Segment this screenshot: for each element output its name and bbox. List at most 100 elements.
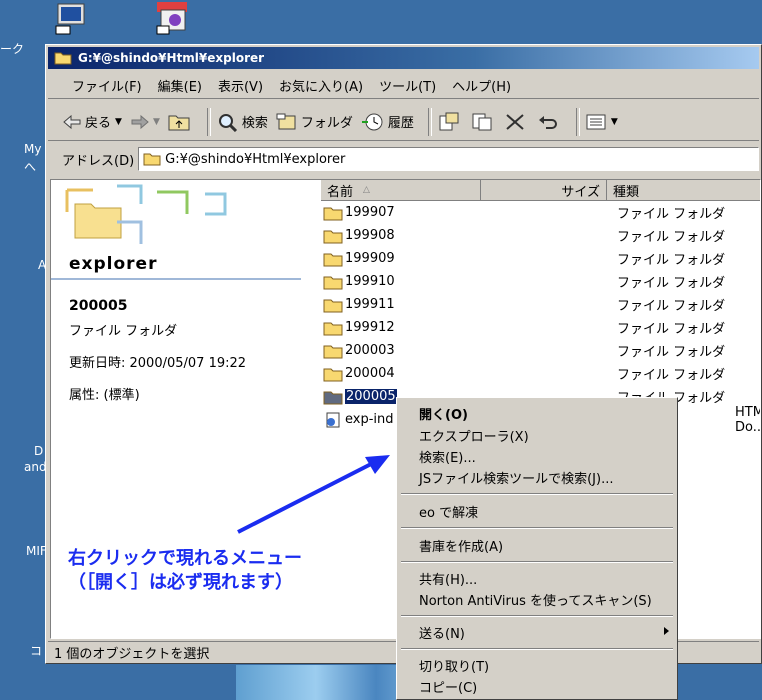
title-bar[interactable]: G:¥@shindo¥Html¥explorer xyxy=(48,47,759,69)
folder-icon xyxy=(323,322,343,335)
column-type-label: 種類 xyxy=(613,184,640,200)
pane-divider xyxy=(51,278,301,280)
selected-item-type: ファイル フォルダ xyxy=(69,324,178,339)
desktop-program-icon[interactable] xyxy=(155,0,189,35)
history-icon xyxy=(361,113,383,130)
menu-item-copy[interactable]: コピー(C) xyxy=(419,677,477,696)
menu-tools[interactable]: ツール(T) xyxy=(371,76,444,95)
menu-help[interactable]: ヘルプ(H) xyxy=(444,76,519,95)
back-button[interactable]: 戻る ▼ xyxy=(62,112,122,131)
list-item-type: ファイル フォルダ xyxy=(617,368,726,383)
toolbar-separator xyxy=(427,107,432,136)
menu-item-cut[interactable]: 切り取り(T) xyxy=(419,656,489,675)
move-to-icon xyxy=(439,112,459,130)
column-name[interactable]: 名前 △ xyxy=(321,180,481,200)
list-item-name: 199907 xyxy=(321,205,613,221)
column-type[interactable]: 種類 xyxy=(607,180,760,200)
move-to-button[interactable] xyxy=(438,112,463,132)
desktop-label: ーク xyxy=(0,42,25,56)
menu-view[interactable]: 表示(V) xyxy=(210,76,271,95)
list-item-label: 200004 xyxy=(345,366,395,381)
context-menu: 開く(O) エクスプローラ(X) 検索(E)... JSファイル検索ツールで検索… xyxy=(396,397,678,700)
list-header: 名前 △ サイズ 種類 xyxy=(321,180,760,201)
column-size[interactable]: サイズ xyxy=(481,180,607,200)
folder-banner-icon xyxy=(65,184,227,244)
sort-ascending-icon: △ xyxy=(363,185,370,195)
file-list: 名前 △ サイズ 種類 199907 ファイル フォルダ 199908 ファイル フォ… xyxy=(321,180,760,435)
undo-icon xyxy=(538,115,557,129)
menu-favorites[interactable]: お気に入り(A) xyxy=(271,76,371,95)
views-icon xyxy=(586,114,606,129)
address-input[interactable]: G:¥@shindo¥Html¥explorer xyxy=(138,147,759,171)
dropdown-icon[interactable]: ▼ xyxy=(115,117,122,127)
menu-item-explorer[interactable]: エクスプローラ(X) xyxy=(419,426,529,445)
menu-edit[interactable]: 編集(E) xyxy=(150,76,210,95)
list-item-type: ファイル フォルダ xyxy=(617,322,726,337)
folder-icon xyxy=(323,253,343,266)
menu-item-share[interactable]: 共有(H)... xyxy=(419,569,477,588)
dropdown-icon[interactable]: ▼ xyxy=(611,117,618,127)
list-item-label: 199910 xyxy=(345,274,395,289)
menu-separator xyxy=(401,615,673,617)
annotation-text-line2: （［開く］は必ず現れます） xyxy=(68,572,293,593)
folder-icon xyxy=(323,276,343,289)
list-item[interactable]: 200003 ファイル フォルダ xyxy=(321,339,760,362)
views-button[interactable]: ▼ xyxy=(586,113,618,131)
list-item[interactable]: 199912 ファイル フォルダ xyxy=(321,316,760,339)
list-item-name: 200004 xyxy=(321,366,613,382)
annotation-text-line1: 右クリックで現れるメニュー xyxy=(68,548,302,569)
selected-item-attributes: 属性: (標準) xyxy=(69,388,140,403)
menu-item-eo-extract[interactable]: eo で解凍 xyxy=(419,502,478,521)
menu-item-norton-scan[interactable]: Norton AntiVirus を使ってスキャン(S) xyxy=(419,590,652,609)
folders-button[interactable]: フォルダ xyxy=(276,112,353,131)
list-item-type: ファイル フォルダ xyxy=(617,276,726,291)
forward-button[interactable]: ▼ xyxy=(130,114,160,130)
search-icon xyxy=(218,113,237,132)
menu-item-create-archive[interactable]: 書庫を作成(A) xyxy=(419,536,503,555)
list-item[interactable]: 199907 ファイル フォルダ xyxy=(321,201,760,224)
menu-item-open[interactable]: 開く(O) xyxy=(419,404,468,423)
window-title: G:¥@shindo¥Html¥explorer xyxy=(78,51,265,65)
list-item-name: 199909 xyxy=(321,251,613,267)
list-item-type: ファイル フォルダ xyxy=(617,345,726,360)
history-label: 履歴 xyxy=(387,116,414,131)
up-folder-button[interactable] xyxy=(168,113,193,131)
delete-button[interactable] xyxy=(504,112,529,132)
column-name-label: 名前 xyxy=(327,184,354,200)
menu-item-search[interactable]: 検索(E)... xyxy=(419,447,476,466)
list-item-type: ファイル フォルダ xyxy=(617,230,726,245)
menu-separator xyxy=(401,493,673,495)
undo-button[interactable] xyxy=(537,112,562,132)
desktop-label: and xyxy=(24,460,47,474)
list-item-label: 199908 xyxy=(345,228,395,243)
desktop-label: My xyxy=(24,142,42,156)
copy-to-icon xyxy=(472,113,492,130)
dropdown-icon[interactable]: ▼ xyxy=(153,117,160,127)
menu-item-send-to[interactable]: 送る(N) xyxy=(419,623,465,642)
html-document-icon xyxy=(326,412,340,427)
desktop-network-icon[interactable] xyxy=(54,0,88,35)
list-item-label: 200003 xyxy=(345,343,395,358)
folders-label: フォルダ xyxy=(300,116,353,131)
desktop-label: D xyxy=(34,444,44,458)
menu-file[interactable]: ファイル(F) xyxy=(64,76,150,95)
desktop-label: へ xyxy=(24,160,37,174)
history-button[interactable]: 履歴 xyxy=(361,112,414,132)
list-item[interactable]: 199908 ファイル フォルダ xyxy=(321,224,760,247)
list-item-name: 199911 xyxy=(321,297,613,313)
list-item-label: exp-ind xyxy=(345,412,394,427)
back-label: 戻る xyxy=(85,116,112,131)
folder-icon xyxy=(143,153,161,166)
search-button[interactable]: 検索 xyxy=(217,112,268,132)
menu-item-js-search[interactable]: JSファイル検索ツールで検索(J)... xyxy=(419,468,613,487)
list-item[interactable]: 199911 ファイル フォルダ xyxy=(321,293,760,316)
back-arrow-icon xyxy=(63,114,81,129)
copy-to-button[interactable] xyxy=(471,112,496,132)
address-value: G:¥@shindo¥Html¥explorer xyxy=(165,151,346,167)
list-item[interactable]: 200004 ファイル フォルダ xyxy=(321,362,760,385)
list-item[interactable]: 199909 ファイル フォルダ xyxy=(321,247,760,270)
folder-title: explorer xyxy=(69,254,158,274)
toolbar-separator xyxy=(575,107,580,136)
list-item[interactable]: 199910 ファイル フォルダ xyxy=(321,270,760,293)
folder-icon xyxy=(323,391,343,404)
